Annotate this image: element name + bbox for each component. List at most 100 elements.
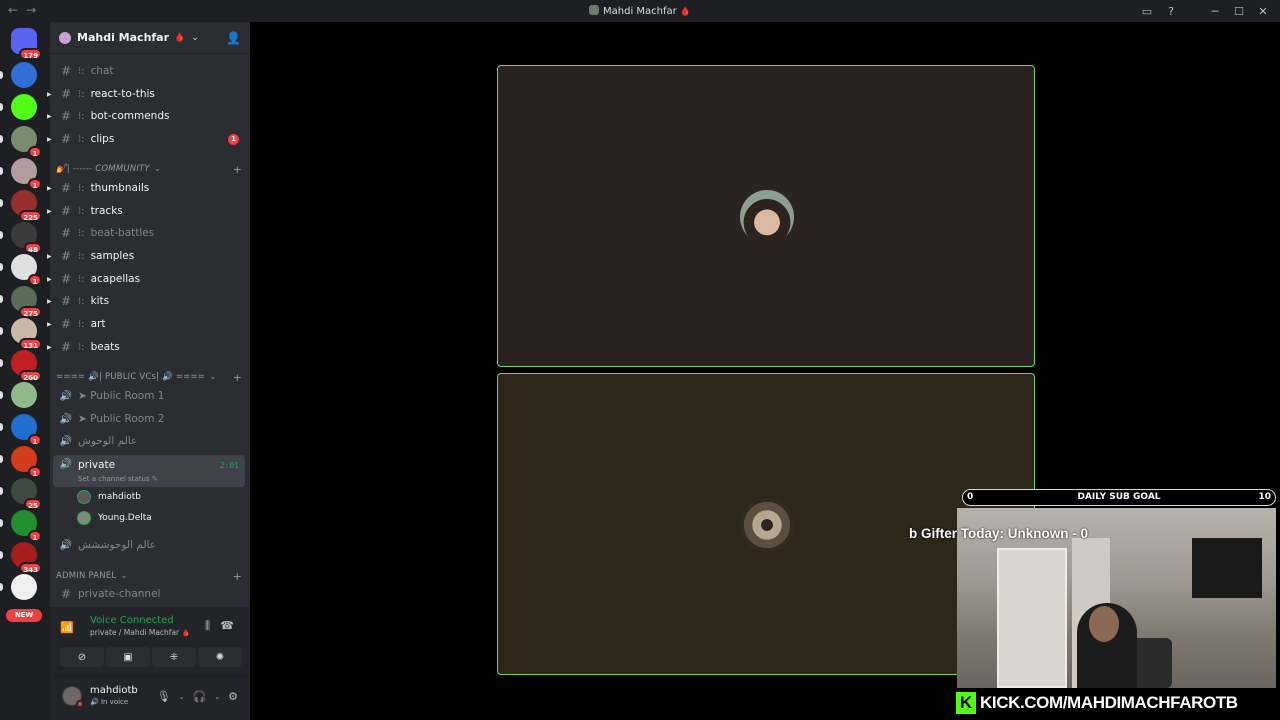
create-channel-icon[interactable]: + [233,163,242,176]
create-channel-icon[interactable]: + [233,371,242,384]
camera-off-button[interactable]: ⊘ [60,647,104,667]
help-icon[interactable]: ? [1160,2,1182,20]
channel-clips[interactable]: ▶ # ⁝: clips 1 [47,129,245,149]
disconnect-icon[interactable]: ☎ [220,619,234,632]
server-header[interactable]: Mahdi Machfar 🩸 ⌄ 👤 [50,22,250,54]
channel-label: tracks [90,205,123,217]
vc-timer: 2:01 [219,461,239,470]
close-button[interactable]: ✕ [1252,2,1274,20]
inbox-icon[interactable]: ▭ [1136,2,1158,20]
channel-prefix: ⁝: [78,227,85,239]
category-admin-panel[interactable]: ADMIN PANEL ⌄ + [56,570,246,583]
channel-art[interactable]: ▶ # ⁝: art [47,314,245,334]
channel-private-channel[interactable]: # private-channel [53,584,245,604]
vc-member[interactable]: Young.Delta [77,508,152,528]
create-channel-icon[interactable]: + [233,570,242,583]
voice-connected-panel: 📶 Voice Connected private / Mahdi Machfa… [50,607,250,677]
avatar[interactable] [62,686,84,708]
channel-prefix: ⁝: [78,133,85,145]
unread-pill [0,263,3,271]
chevron-down-icon[interactable]: ⌄ [214,693,220,701]
server-icon-server-16[interactable]: 343 [11,542,42,574]
unread-indicator-icon: ▶ [47,112,52,120]
soundboard-button[interactable]: ✺ [198,647,242,667]
maximize-button[interactable]: ☐ [1228,2,1250,20]
title-bar: ← → Mahdi Machfar 🩸 ▭ ? ─ ☐ ✕ [0,0,1280,22]
server-icon-server-s[interactable] [11,62,37,88]
blood-drop-icon: 🩸 [181,629,191,637]
channel-react-to-this[interactable]: ▶ # ⁝: react-to-this [47,84,245,104]
voice-channel-item[interactable]: 🔊 عالم الوحوششش [53,535,245,555]
unread-pill [0,295,3,303]
server-icon-server-6[interactable]: 48 [11,222,42,254]
screen-share-icon: ▣ [123,651,133,663]
hash-icon: # [60,294,72,308]
voice-channel-private[interactable]: 🔊 private 2:01 Set a channel status ✎ [53,455,245,487]
channel-kits[interactable]: ▶ # ⁝: kits [47,291,245,311]
share-screen-button[interactable]: ▣ [106,647,150,667]
server-icon-server-14[interactable]: 25 [11,478,42,510]
server-icon-server-4[interactable]: 1 [11,158,42,190]
voice-channel-item[interactable]: 🔊 عالم الوحوش [53,431,245,451]
activities-button[interactable]: ⁜ [152,647,196,667]
microphone-icon[interactable]: 🎙 [157,690,171,703]
channel-chat[interactable]: # ⁝: chat [53,61,245,81]
server-icon-discord-home[interactable]: 179 [11,28,42,60]
channel-beat-battles[interactable]: # ⁝: beat-battles [53,223,245,243]
hash-icon: # [60,181,72,195]
vc-member[interactable]: mahdiotb [77,487,141,507]
unread-indicator-icon: ▶ [47,207,52,215]
unread-pill [0,551,3,559]
minimize-button[interactable]: ─ [1204,2,1226,20]
signal-icon[interactable]: 📶 [60,621,74,634]
top-gifter-text: b Gifter Today: Unknown - 0 [909,526,1089,541]
unread-indicator-icon: ▶ [47,184,52,192]
channel-thumbnails[interactable]: ▶ # ⁝: thumbnails [47,178,245,198]
server-icon-server-8[interactable]: 275 [11,286,42,318]
server-icon-server-5[interactable]: 225 [11,190,42,222]
participant-tile[interactable] [497,373,1035,675]
channel-tracks[interactable]: ▶ # ⁝: tracks [47,201,245,221]
voice-channel-item[interactable]: 🔊 ➤ Public Room 1 [53,386,245,406]
channel-bot-commends[interactable]: ▶ # ⁝: bot-commends [47,106,245,126]
server-icon-server-7[interactable]: 1 [11,254,42,286]
server-icon-server-17[interactable] [11,574,37,600]
server-icon-server-3[interactable]: 1 [11,126,42,158]
noise-suppression-icon[interactable]: ⫼ [205,619,210,633]
server-icon-server-11[interactable] [11,382,37,408]
headphones-icon[interactable]: 🎧 [193,690,207,703]
participant-tile[interactable] [497,65,1035,367]
unread-pill [0,455,3,463]
voice-location[interactable]: private / Mahdi Machfar 🩸 [90,628,190,637]
dnd-status-icon [76,700,84,708]
gear-icon[interactable]: ⚙ [228,690,238,703]
server-icon-server-15[interactable]: 1 [11,510,42,542]
channel-samples[interactable]: ▶ # ⁝: samples [47,246,245,266]
channel-prefix: ⁝: [78,110,85,122]
voice-status[interactable]: Voice Connected [90,615,174,626]
channel-label: samples [90,250,135,262]
server-icon-server-13[interactable]: 1 [11,446,42,478]
unread-pill [0,359,3,367]
unread-pill [0,327,3,335]
server-icon-server-kick[interactable] [11,94,37,120]
username[interactable]: mahdiotb [90,685,138,696]
mention-badge: 260 [19,370,42,382]
channel-acapellas[interactable]: ▶ # ⁝: acapellas [47,269,245,289]
channel-beats[interactable]: ▶ # ⁝: beats [47,337,245,357]
voice-channel-item[interactable]: 🔊 ➤ Public Room 2 [53,409,245,429]
category-public-vcs[interactable]: ==== 🔊| PUBLIC VCs| 🔊 ==== ⌄ + [56,371,246,384]
kick-banner: K KICK.COM/MAHDIMACHFAROTB [954,688,1280,718]
invite-people-icon[interactable]: 👤 [226,31,241,45]
server-icon-server-12[interactable]: 1 [11,414,42,446]
camera-off-icon: ⊘ [77,651,87,663]
server-icon-server-10[interactable]: 260 [11,350,42,382]
speaker-icon: 🔊 [59,539,73,551]
speaker-icon: 🔊 [90,698,99,706]
category-community[interactable]: 💅| ------ COMMUNITY ⌄ + [56,163,246,176]
set-channel-status[interactable]: Set a channel status ✎ [78,475,158,483]
chevron-down-icon[interactable]: ⌄ [179,693,185,701]
server-icon-server-9[interactable]: 131 [11,318,42,350]
channel-label: react-to-this [90,88,155,100]
server-name: Mahdi Machfar [77,31,170,44]
